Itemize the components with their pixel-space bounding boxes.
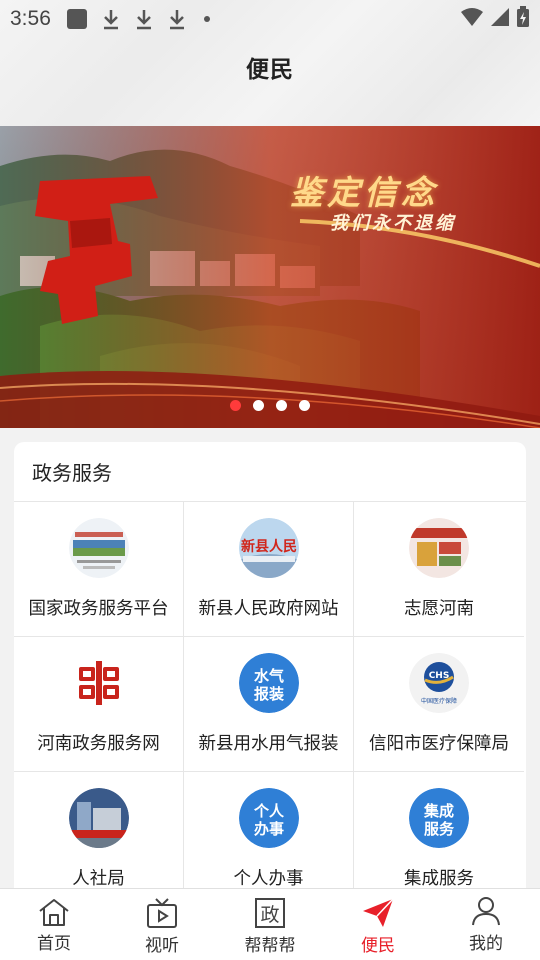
tab-convenience[interactable]: 便民 [324, 889, 432, 960]
download-icon [136, 10, 151, 30]
svg-text:中国医疗保障: 中国医疗保障 [421, 697, 457, 705]
gov-badge-icon: 政 [255, 898, 285, 928]
service-label: 志愿河南 [404, 599, 474, 619]
service-personal-affairs[interactable]: 个人 办事 个人办事 [184, 772, 354, 888]
svg-text:CHS: CHS [429, 671, 450, 681]
medical-security-icon: CHS 中国医疗保障 [409, 653, 469, 713]
banner-headline: 鉴定信念 [290, 173, 438, 212]
national-gov-service-icon [69, 518, 129, 578]
more-notifications-dot [203, 16, 210, 22]
page-title: 便民 [246, 57, 294, 83]
download-icon [103, 10, 118, 30]
banner-image [0, 126, 540, 428]
wifi-icon [461, 8, 483, 26]
carousel-indicator [0, 400, 540, 411]
integrated-services-icon: 集成 服务 [409, 788, 469, 848]
services-grid: 国家政务服务平台 新县人民 新县人民政府网站 志愿河南 河南政务服务网 水气 报… [14, 502, 526, 888]
user-icon [472, 897, 500, 926]
banner-carousel[interactable]: 鉴定信念 我们永不退缩 [0, 126, 540, 428]
tab-label: 首页 [37, 934, 71, 954]
service-label: 国家政务服务平台 [28, 599, 169, 619]
tab-label: 我的 [469, 934, 503, 954]
download-icon [169, 10, 184, 30]
svg-text:新县人民: 新县人民 [241, 538, 297, 555]
signal-icon [491, 8, 509, 26]
county-gov-website-icon: 新县人民 [239, 518, 299, 578]
service-label: 信阳市医疗保障局 [369, 734, 509, 754]
service-henan-gov[interactable]: 河南政务服务网 [14, 637, 184, 772]
service-national-gov[interactable]: 国家政务服务平台 [14, 502, 184, 637]
service-label: 河南政务服务网 [37, 734, 160, 754]
header-area: 3:56 便民 [0, 0, 540, 126]
battery-icon [517, 6, 529, 27]
service-label: 人社局 [72, 869, 125, 888]
henan-gov-service-icon [69, 653, 129, 713]
status-bar: 3:56 [0, 0, 540, 38]
carousel-dot-active[interactable] [230, 400, 241, 411]
water-gas-icon: 水气 报装 [239, 653, 299, 713]
section-title: 政务服务 [14, 442, 526, 502]
svg-text:服务: 服务 [424, 820, 455, 838]
tab-home[interactable]: 首页 [0, 889, 108, 960]
svg-text:个人: 个人 [253, 802, 285, 820]
bottom-tab-bar: 首页 视听 政 帮帮帮 便民 我的 [0, 888, 540, 960]
service-hr-bureau[interactable]: 人社局 [14, 772, 184, 888]
service-medical-security[interactable]: CHS 中国医疗保障 信阳市医疗保障局 [354, 637, 524, 772]
personal-affairs-icon: 个人 办事 [239, 788, 299, 848]
tv-icon [147, 898, 177, 928]
banner-subline: 我们永不退缩 [330, 213, 456, 234]
svg-text:政: 政 [260, 904, 279, 926]
service-label: 新县用水用气报装 [198, 734, 339, 754]
service-integrated[interactable]: 集成 服务 集成服务 [354, 772, 524, 888]
home-icon [39, 899, 69, 926]
service-water-gas[interactable]: 水气 报装 新县用水用气报装 [184, 637, 354, 772]
carousel-dot[interactable] [299, 400, 310, 411]
tab-label: 帮帮帮 [244, 936, 296, 956]
gov-services-card: 政务服务 国家政务服务平台 新县人民 新县人民政府网站 志愿河南 河南政务服务网… [14, 442, 526, 888]
hr-social-security-icon [69, 788, 129, 848]
service-county-gov-site[interactable]: 新县人民 新县人民政府网站 [184, 502, 354, 637]
svg-text:集成: 集成 [423, 802, 454, 820]
svg-text:办事: 办事 [254, 820, 284, 838]
tab-media[interactable]: 视听 [108, 889, 216, 960]
svg-text:水气: 水气 [254, 667, 284, 685]
service-label: 个人办事 [233, 869, 304, 888]
status-time: 3:56 [10, 7, 51, 30]
tab-label: 视听 [145, 936, 179, 956]
tab-profile[interactable]: 我的 [432, 889, 540, 960]
service-label: 新县人民政府网站 [198, 599, 339, 619]
service-volunteer-henan[interactable]: 志愿河南 [354, 502, 524, 637]
tab-help[interactable]: 政 帮帮帮 [216, 889, 324, 960]
svg-text:报装: 报装 [254, 685, 285, 703]
volunteer-henan-icon [409, 518, 469, 578]
service-label: 集成服务 [404, 869, 474, 888]
carousel-dot[interactable] [276, 400, 287, 411]
carousel-dot[interactable] [253, 400, 264, 411]
paper-plane-icon [363, 898, 394, 927]
notification-app-icon [66, 9, 87, 29]
tab-label: 便民 [361, 936, 395, 956]
